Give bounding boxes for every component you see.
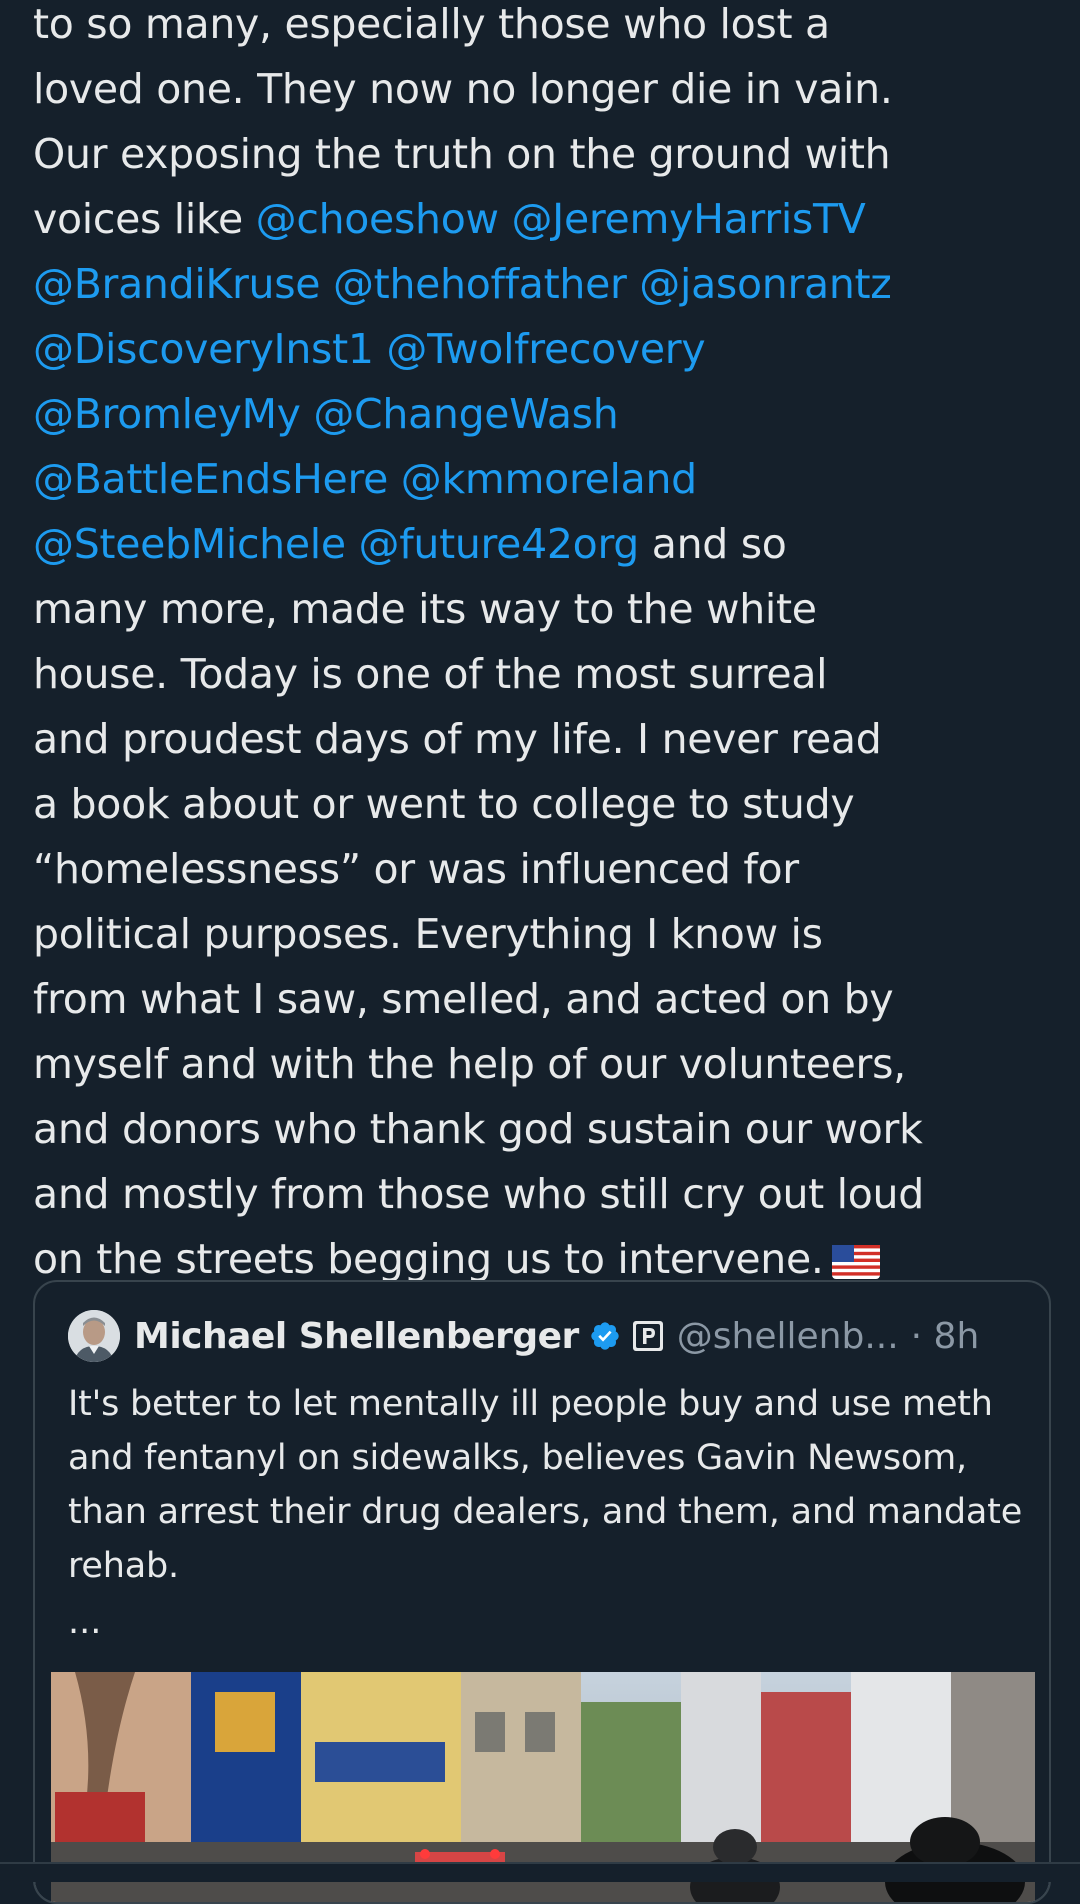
quoted-tweet-card[interactable]: Michael Shellenberger @shellenb... · 8h … bbox=[33, 1280, 1051, 1904]
author-name[interactable]: Michael Shellenberger bbox=[134, 1316, 579, 1357]
quoted-tweet-header: Michael Shellenberger @shellenb... · 8h bbox=[68, 1308, 979, 1364]
tweet-text: loved one. They now no longer die in vai… bbox=[33, 65, 893, 113]
post-time[interactable]: · 8h bbox=[911, 1316, 980, 1357]
tweet-text: a book about or went to college to study bbox=[33, 780, 855, 828]
tweet-text bbox=[320, 260, 333, 308]
tweet-text: political purposes. Everything I know is bbox=[33, 910, 823, 958]
tweet-line: @BattleEndsHere @kmmoreland bbox=[33, 447, 1048, 512]
tweet-text: house. Today is one of the most surreal bbox=[33, 650, 828, 698]
author-avatar[interactable] bbox=[68, 1310, 120, 1362]
tweet-text: to so many, especially those who lost a bbox=[33, 0, 830, 48]
tweet-line: @BrandiKruse @thehoffather @jasonrantz bbox=[33, 252, 1048, 317]
tweet-line: and donors who thank god sustain our wor… bbox=[33, 1097, 1048, 1162]
mention-link[interactable]: @BromleyMy bbox=[33, 390, 301, 438]
tweet-line: loved one. They now no longer die in vai… bbox=[33, 57, 1048, 122]
tweet-text bbox=[346, 520, 359, 568]
tweet-text: from what I saw, smelled, and acted on b… bbox=[33, 975, 894, 1023]
mention-link[interactable]: @BattleEndsHere bbox=[33, 455, 388, 503]
tweet-text: many more, made its way to the white bbox=[33, 585, 817, 633]
tweet-line: @SteebMichele @future42org and so bbox=[33, 512, 1048, 577]
tweet-text: and so bbox=[639, 520, 787, 568]
mention-link[interactable]: @Twolfrecovery bbox=[386, 325, 705, 373]
tweet-line: house. Today is one of the most surreal bbox=[33, 642, 1048, 707]
tweet-line: political purposes. Everything I know is bbox=[33, 902, 1048, 967]
mention-link[interactable]: @JeremyHarrisTV bbox=[511, 195, 865, 243]
author-handle[interactable]: @shellenb... bbox=[677, 1316, 899, 1357]
tweet-line: myself and with the help of our voluntee… bbox=[33, 1032, 1048, 1097]
bottom-divider bbox=[0, 1862, 1080, 1882]
tweet-line: from what I saw, smelled, and acted on b… bbox=[33, 967, 1048, 1032]
mention-link[interactable]: @future42org bbox=[359, 520, 640, 568]
tweet-text: voices like bbox=[33, 195, 256, 243]
tweet-text bbox=[627, 260, 640, 308]
tweet-text: “homelessness” or was influenced for bbox=[33, 845, 799, 893]
mention-link[interactable]: @thehoffather bbox=[333, 260, 627, 308]
tweet-line: many more, made its way to the white bbox=[33, 577, 1048, 642]
tweet-line: and proudest days of my life. I never re… bbox=[33, 707, 1048, 772]
tweet-line: @DiscoveryInst1 @Twolfrecovery bbox=[33, 317, 1048, 382]
tweet-line: and mostly from those who still cry out … bbox=[33, 1162, 1048, 1227]
mention-link[interactable]: @choeshow bbox=[256, 195, 499, 243]
tweet-line: a book about or went to college to study bbox=[33, 772, 1048, 837]
tweet-line: Our exposing the truth on the ground wit… bbox=[33, 122, 1048, 187]
mention-link[interactable]: @ChangeWash bbox=[313, 390, 618, 438]
tweet-line: voices like @choeshow @JeremyHarrisTV bbox=[33, 187, 1048, 252]
mention-link[interactable]: @DiscoveryInst1 bbox=[33, 325, 374, 373]
tweet-text: and proudest days of my life. I never re… bbox=[33, 715, 882, 763]
mention-link[interactable]: @BrandiKruse bbox=[33, 260, 321, 308]
tweet-text: and mostly from those who still cry out … bbox=[33, 1170, 924, 1218]
parking-affiliation-icon[interactable] bbox=[631, 1319, 665, 1353]
tweet-text: Our exposing the truth on the ground wit… bbox=[33, 130, 891, 178]
quoted-tweet-text: It's better to let mentally ill people b… bbox=[68, 1384, 1023, 1586]
tweet-text: myself and with the help of our voluntee… bbox=[33, 1040, 906, 1088]
tweet-text: and donors who thank god sustain our wor… bbox=[33, 1105, 923, 1153]
tweet-line: @BromleyMy @ChangeWash bbox=[33, 382, 1048, 447]
quoted-tweet-more: ... bbox=[68, 1602, 102, 1642]
tweet-text bbox=[301, 390, 314, 438]
tweet-line: to so many, especially those who lost a bbox=[33, 0, 1048, 57]
mention-link[interactable]: @SteebMichele bbox=[33, 520, 346, 568]
verified-badge-icon bbox=[589, 1320, 621, 1352]
tweet-body: to so many, especially those who lost a l… bbox=[33, 0, 1048, 1298]
tweet-line: “homelessness” or was influenced for bbox=[33, 837, 1048, 902]
tweet-text bbox=[388, 455, 401, 503]
tweet-text: on the streets begging us to intervene. bbox=[33, 1235, 824, 1283]
tweet-text bbox=[374, 325, 387, 373]
tweet-text bbox=[499, 195, 512, 243]
mention-link[interactable]: @kmmoreland bbox=[401, 455, 697, 503]
mention-link[interactable]: @jasonrantz bbox=[639, 260, 892, 308]
